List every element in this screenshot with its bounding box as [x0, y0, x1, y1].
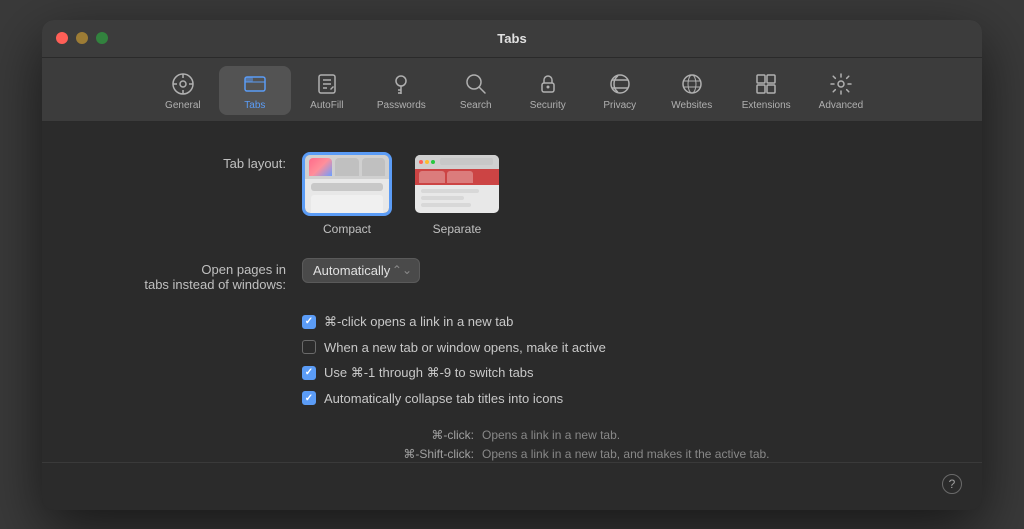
open-pages-select[interactable]: Automatically Always Never [302, 258, 420, 283]
advanced-label: Advanced [819, 100, 863, 111]
privacy-icon [606, 70, 634, 98]
cmd-numbers-checkbox[interactable] [302, 366, 316, 380]
minimize-button[interactable] [76, 32, 88, 44]
security-icon [534, 70, 562, 98]
passwords-icon [387, 70, 415, 98]
zoom-button[interactable] [96, 32, 108, 44]
kbd-desc-0: Opens a link in a new tab. [482, 428, 620, 442]
toolbar-item-extensions[interactable]: Extensions [728, 66, 805, 115]
search-label: Search [460, 100, 492, 111]
toolbar-item-advanced[interactable]: Advanced [805, 66, 877, 115]
toolbar-item-passwords[interactable]: Passwords [363, 66, 440, 115]
toolbar-item-general[interactable]: General [147, 66, 219, 115]
help-button[interactable]: ? [942, 474, 962, 494]
toolbar-item-tabs[interactable]: Tabs [219, 66, 291, 115]
compact-layout-preview [302, 152, 392, 216]
tab-layouts: Compact [302, 152, 922, 236]
keyboard-shortcuts-info: ⌘-click: Opens a link in a new tab. ⌘-Sh… [302, 428, 922, 462]
toolbar-item-autofill[interactable]: AutoFill [291, 66, 363, 115]
new-tab-active-checkbox[interactable] [302, 340, 316, 354]
separate-layout-preview [412, 152, 502, 216]
kbd-row-0: ⌘-click: Opens a link in a new tab. [302, 428, 922, 442]
kbd-row-1: ⌘-Shift-click: Opens a link in a new tab… [302, 447, 922, 461]
toolbar-item-privacy[interactable]: Privacy [584, 66, 656, 115]
tab-layout-label: Tab layout: [102, 152, 302, 171]
bottom-bar: ? [42, 462, 982, 510]
collapse-titles-checkbox[interactable] [302, 391, 316, 405]
kbd-key-0: ⌘-click: [302, 428, 482, 442]
new-tab-active-label: When a new tab or window opens, make it … [324, 340, 606, 355]
checkbox-row-3: Automatically collapse tab titles into i… [302, 391, 922, 406]
advanced-icon [827, 70, 855, 98]
cmd-click-label: ⌘-click opens a link in a new tab [324, 314, 513, 330]
autofill-icon [313, 70, 341, 98]
open-pages-section: Open pages intabs instead of windows: Au… [102, 258, 922, 292]
window-title: Tabs [497, 31, 526, 46]
checkbox-row-0: ⌘-click opens a link in a new tab [302, 314, 922, 330]
separate-layout-option[interactable]: Separate [412, 152, 502, 236]
separate-label: Separate [433, 222, 482, 236]
content-area: Tab layout: [42, 122, 982, 462]
toolbar: General Tabs [42, 58, 982, 122]
kbd-desc-1: Opens a link in a new tab, and makes it … [482, 447, 770, 461]
cmd-numbers-label: Use ⌘-1 through ⌘-9 to switch tabs [324, 365, 534, 381]
tabs-label: Tabs [244, 100, 265, 111]
compact-label: Compact [323, 222, 371, 236]
open-pages-label: Open pages intabs instead of windows: [102, 258, 302, 292]
preferences-window: Tabs General [42, 20, 982, 510]
search-icon [462, 70, 490, 98]
titlebar: Tabs [42, 20, 982, 58]
toolbar-item-security[interactable]: Security [512, 66, 584, 115]
extensions-icon [752, 70, 780, 98]
extensions-label: Extensions [742, 100, 791, 111]
autofill-label: AutoFill [310, 100, 343, 111]
websites-label: Websites [671, 100, 712, 111]
toolbar-item-search[interactable]: Search [440, 66, 512, 115]
open-pages-content: Automatically Always Never ⌃⌄ [302, 258, 922, 283]
general-icon [169, 70, 197, 98]
security-label: Security [530, 100, 566, 111]
collapse-titles-label: Automatically collapse tab titles into i… [324, 391, 563, 406]
checkboxes-section: ⌘-click opens a link in a new tab When a… [302, 314, 922, 406]
close-button[interactable] [56, 32, 68, 44]
checkbox-row-2: Use ⌘-1 through ⌘-9 to switch tabs [302, 365, 922, 381]
passwords-label: Passwords [377, 100, 426, 111]
auto-select-wrapper: Automatically Always Never ⌃⌄ [302, 258, 420, 283]
privacy-label: Privacy [603, 100, 636, 111]
tabs-icon [241, 70, 269, 98]
traffic-lights [56, 32, 108, 44]
compact-layout-option[interactable]: Compact [302, 152, 392, 236]
tab-layout-section: Tab layout: [102, 152, 922, 236]
toolbar-item-websites[interactable]: Websites [656, 66, 728, 115]
checkbox-row-1: When a new tab or window opens, make it … [302, 340, 922, 355]
websites-icon [678, 70, 706, 98]
general-label: General [165, 100, 201, 111]
cmd-click-checkbox[interactable] [302, 315, 316, 329]
kbd-key-1: ⌘-Shift-click: [302, 447, 482, 461]
